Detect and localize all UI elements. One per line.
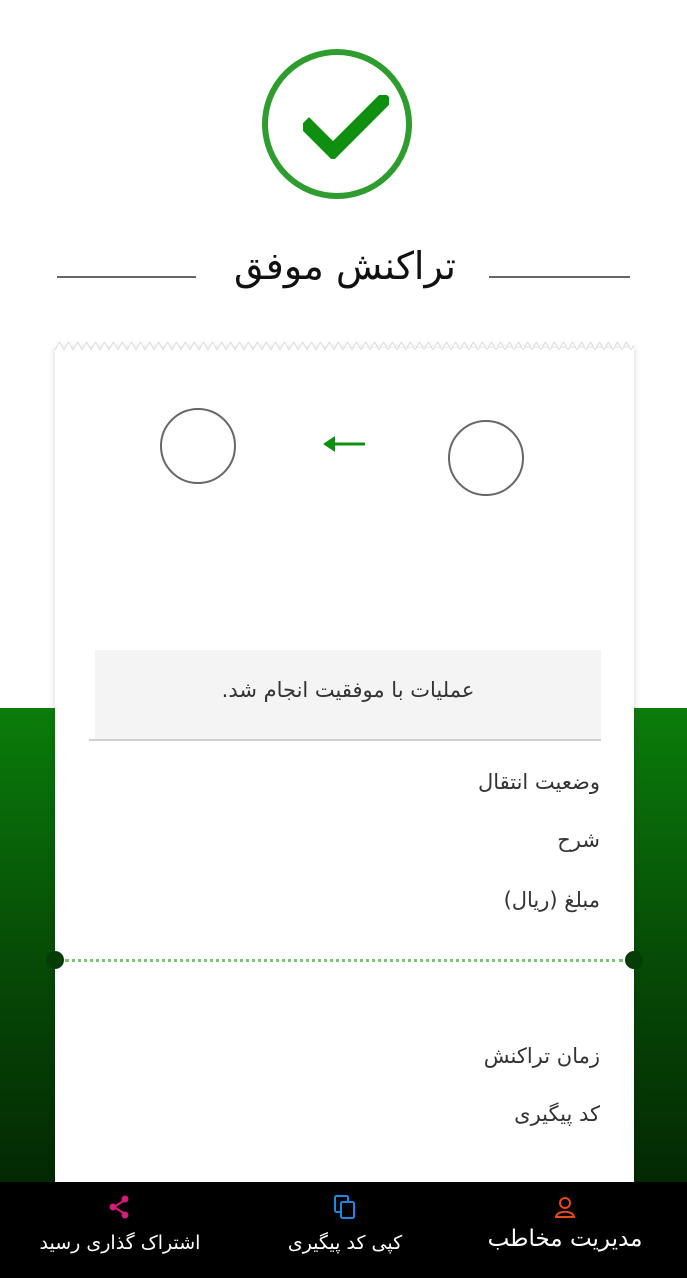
success-badge: [262, 49, 412, 199]
status-message-box: عملیات با موفقیت انجام شد.: [95, 650, 601, 740]
copy-tracking-code-label: کپی کد پیگیری: [287, 1232, 403, 1254]
status-message: عملیات با موفقیت انجام شد.: [221, 678, 475, 702]
share-icon: [109, 1195, 129, 1219]
manage-contacts-label: مدیریت مخاطب: [487, 1226, 643, 1252]
share-receipt-button[interactable]: اشتراک گذاری رسید: [20, 1182, 220, 1278]
receipt-notch-left: [46, 951, 64, 969]
receipt-tear-line: [65, 959, 623, 962]
copy-icon: [334, 1195, 355, 1219]
receipt-zigzag-edge: [55, 342, 634, 350]
receipt-notch-right: [625, 951, 643, 969]
person-icon: [554, 1197, 576, 1218]
message-divider: [89, 739, 601, 741]
transaction-time-label: زمان تراکنش: [483, 1044, 600, 1068]
arrow-left-icon: [323, 436, 365, 452]
title-divider-right: [489, 276, 630, 278]
bottom-action-bar: اشتراک گذاری رسید کپی کد پیگیری مدیریت م…: [0, 1182, 687, 1278]
destination-avatar: [160, 408, 236, 484]
checkmark-icon: [303, 95, 389, 159]
copy-tracking-code-button[interactable]: کپی کد پیگیری: [250, 1182, 440, 1278]
title-divider-left: [57, 276, 196, 278]
receipt-card: عملیات با موفقیت انجام شد. وضعیت انتقال …: [46, 342, 643, 1188]
page-title: تراکنش موفق: [233, 244, 457, 288]
title-row: تراکنش موفق: [57, 240, 630, 312]
amount-label: مبلغ (ریال): [503, 888, 600, 912]
manage-contacts-button[interactable]: مدیریت مخاطب: [460, 1182, 670, 1278]
source-avatar: [448, 420, 524, 496]
description-label: شرح: [557, 828, 600, 852]
share-receipt-label: اشتراک گذاری رسید: [39, 1232, 201, 1254]
tracking-code-label: کد پیگیری: [514, 1102, 600, 1126]
transfer-status-label: وضعیت انتقال: [477, 770, 600, 794]
